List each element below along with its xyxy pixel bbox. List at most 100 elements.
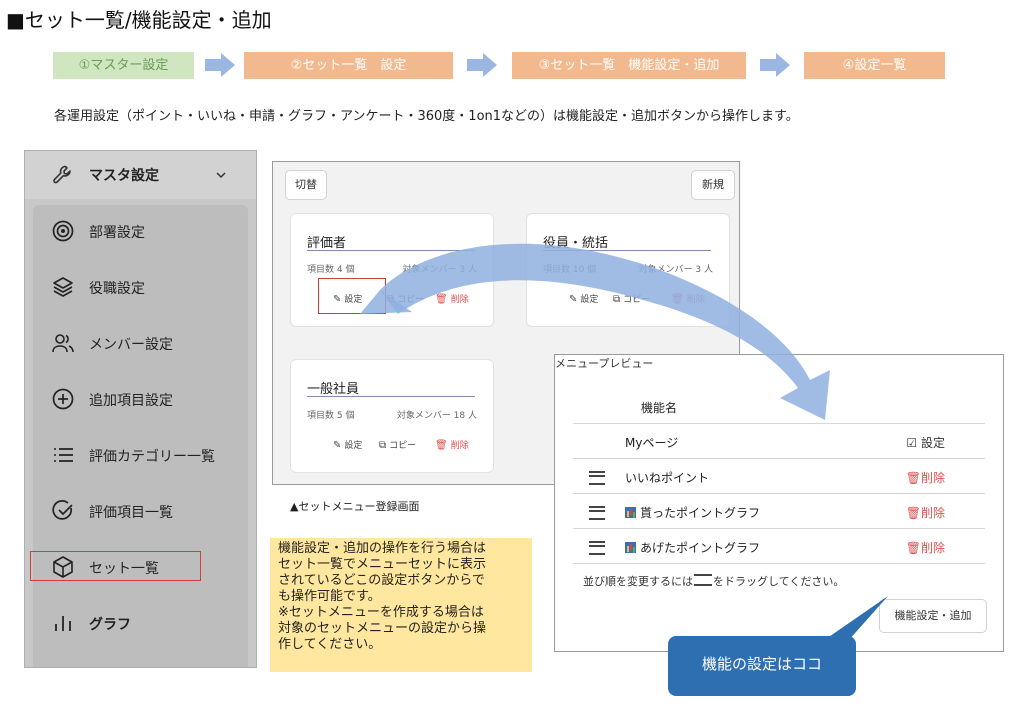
settings-button[interactable]: ☑ 設定 <box>906 434 945 451</box>
sidebar-item-department[interactable]: 部署設定 <box>25 211 256 251</box>
chart-icon <box>625 507 636 518</box>
item-count: 項目数 4 個 <box>307 265 355 275</box>
arrow-right-icon <box>467 53 497 77</box>
copy-button[interactable]: ⧉ コピー <box>379 438 416 451</box>
set-card-general-staff: 一般社員 項目数 5 個 対象メンバー 18 人 ✎ 設定 ⧉ コピー 🗑 削除 <box>290 359 494 473</box>
note-line: 対象のセットメニューの設定から操 <box>278 621 487 636</box>
sidebar-item-graph[interactable]: グラフ <box>25 603 256 643</box>
note-line: セット一覧でメニューセットに表示 <box>278 557 487 572</box>
divider <box>543 250 711 251</box>
sidebar-item-evaluation-items[interactable]: 評価項目一覧 <box>25 491 256 531</box>
arrow-right-icon <box>205 53 235 77</box>
preview-row: 貰ったポイントグラフ 🗑削除 <box>573 494 985 529</box>
member-count: 対象メンバー 18 人 <box>396 411 477 421</box>
sidebar: マスタ設定 部署設定 役職設定 メンバー設定 追加項目設定 評価カテゴリー一覧 … <box>24 150 257 668</box>
bar-chart-icon <box>55 616 71 631</box>
list-icon <box>54 448 73 462</box>
card-title: 評価者 <box>307 236 347 251</box>
function-name: 貰ったポイントグラフ <box>625 504 760 521</box>
member-count: 対象メンバー 3 人 <box>402 265 477 275</box>
new-button[interactable]: 新規 <box>691 170 735 200</box>
trash-icon: 🗑 <box>671 294 684 305</box>
sidebar-item-label: 追加項目設定 <box>89 393 173 409</box>
sidebar-item-additional-fields[interactable]: 追加項目設定 <box>25 379 256 419</box>
divider <box>307 396 475 397</box>
note-line: 作してください。 <box>278 637 382 652</box>
preview-row: いいねポイント 🗑削除 <box>573 459 985 494</box>
sidebar-item-position[interactable]: 役職設定 <box>25 267 256 307</box>
delete-button[interactable]: 🗑削除 <box>435 438 469 451</box>
drag-handle-icon[interactable] <box>589 541 605 555</box>
drag-handle-icon[interactable] <box>589 471 605 485</box>
sidebar-item-label: グラフ <box>89 617 131 633</box>
layers-icon <box>53 277 73 297</box>
set-screen-caption: ▲セットメニュー登録画面 <box>290 500 420 513</box>
step-set-list-settings: ②セット一覧 設定 <box>244 52 453 79</box>
item-count: 項目数 10 個 <box>543 265 597 275</box>
users-icon <box>52 334 74 353</box>
sidebar-item-members[interactable]: メンバー設定 <box>25 323 256 363</box>
edit-icon: ☑ <box>906 436 921 450</box>
plus-circle-icon <box>52 388 74 410</box>
sidebar-item-label: 評価項目一覧 <box>89 505 173 521</box>
copy-button[interactable]: ⧉ コピー <box>387 292 424 305</box>
preview-row: あげたポイントグラフ 🗑削除 <box>573 529 985 564</box>
copy-icon: ⧉ <box>379 440 387 451</box>
page-title: ■セット一覧/機能設定・追加 <box>6 8 272 32</box>
copy-button[interactable]: ⧉ コピー <box>613 292 650 305</box>
sidebar-header-label: マスタ設定 <box>89 168 159 184</box>
delete-button[interactable]: 🗑削除 <box>435 292 469 305</box>
reorder-hint: 並び順を変更するには をドラッグしてください。 <box>583 574 845 588</box>
delete-button[interactable]: 🗑削除 <box>671 292 705 305</box>
sidebar-item-evaluation-categories[interactable]: 評価カテゴリー一覧 <box>25 435 256 475</box>
wrench-icon <box>53 165 71 184</box>
column-header-function-name: 機能名 <box>641 401 678 415</box>
settings-button[interactable]: ✎ 設定 <box>569 292 598 305</box>
drag-handle-icon[interactable] <box>589 506 605 520</box>
sidebar-item-label: メンバー設定 <box>89 337 173 353</box>
delete-button[interactable]: 🗑削除 <box>906 504 945 521</box>
sidebar-item-label: 部署設定 <box>89 225 145 241</box>
set-card-executives: 役員・統括 項目数 10 個 対象メンバー 3 人 ✎ 設定 ⧉ コピー 🗑 削除 <box>526 213 730 327</box>
sidebar-item-label: 評価カテゴリー一覧 <box>89 449 215 465</box>
drag-handle-icon <box>694 574 712 586</box>
card-title: 役員・統括 <box>543 236 609 251</box>
settings-button[interactable]: ✎ 設定 <box>333 438 362 451</box>
card-title: 一般社員 <box>307 382 360 397</box>
function-name: あげたポイントグラフ <box>625 539 760 556</box>
item-count: 項目数 5 個 <box>307 411 355 421</box>
delete-button[interactable]: 🗑削除 <box>906 539 945 556</box>
function-name: Myページ <box>625 436 679 450</box>
trash-icon: 🗑 <box>905 471 921 485</box>
copy-icon: ⧉ <box>613 294 621 305</box>
edit-icon: ✎ <box>569 294 578 305</box>
divider <box>307 250 475 251</box>
note-box: 機能設定・追加の操作を行う場合は セット一覧でメニューセットに表示 されているど… <box>270 538 532 672</box>
sidebar-header-master-settings[interactable]: マスタ設定 <box>25 151 256 199</box>
chevron-down-icon[interactable] <box>215 170 227 180</box>
step-set-list-function-add: ③セット一覧 機能設定・追加 <box>512 52 746 79</box>
member-count: 対象メンバー 3 人 <box>638 265 713 275</box>
preview-title: メニュープレビュー <box>555 357 654 370</box>
function-name: いいねポイント <box>625 471 710 485</box>
trash-icon: 🗑 <box>435 440 448 451</box>
check-circle-icon <box>52 500 73 520</box>
chart-icon <box>625 542 636 553</box>
trash-icon: 🗑 <box>435 294 448 305</box>
settings-highlight-box <box>318 278 386 314</box>
set-list-highlight-box <box>30 551 201 581</box>
switch-button[interactable]: 切替 <box>285 170 327 200</box>
note-line: ※セットメニューを作成する場合は <box>278 605 484 620</box>
callout-bubble: 機能の設定はココ <box>668 636 856 696</box>
trash-icon: 🗑 <box>905 506 921 520</box>
step-master-settings: ①マスター設定 <box>53 52 194 79</box>
description-text: 各運用設定（ポイント・いいね・申請・グラフ・アンケート・360度・1on1などの… <box>54 109 799 124</box>
copy-icon: ⧉ <box>387 294 395 305</box>
edit-icon: ✎ <box>333 440 342 451</box>
arrow-right-icon <box>760 53 790 77</box>
note-line: されているどこの設定ボタンからで <box>278 573 485 588</box>
preview-row: Myページ ☑ 設定 <box>573 424 985 459</box>
note-line: 機能設定・追加の操作を行う場合は <box>278 541 487 556</box>
note-line: も操作可能です。 <box>278 589 381 604</box>
delete-button[interactable]: 🗑削除 <box>906 469 945 486</box>
